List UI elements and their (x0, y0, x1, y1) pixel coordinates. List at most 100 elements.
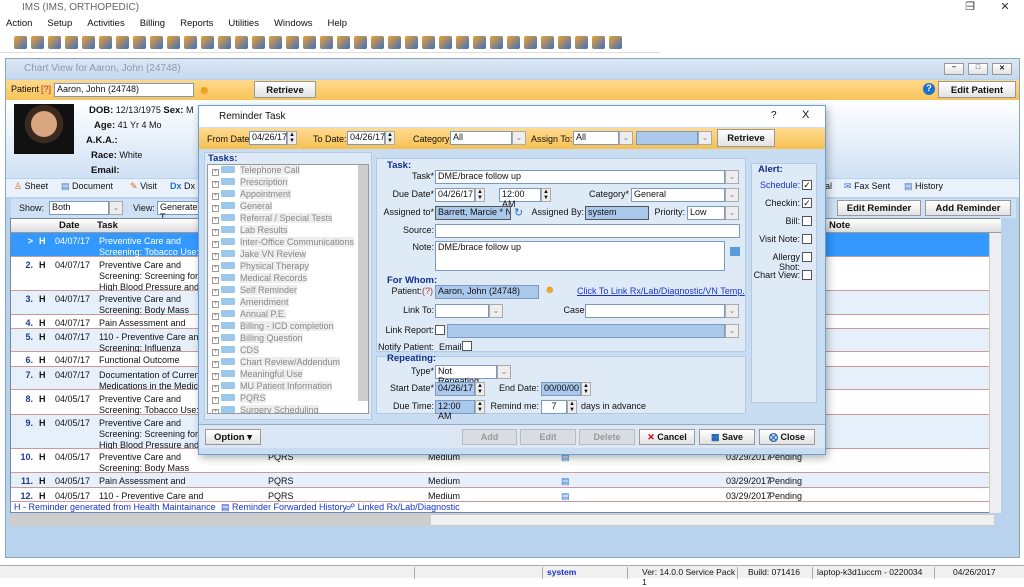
toolbar-icon[interactable] (507, 36, 520, 49)
tab-history[interactable]: ▤ History (904, 181, 943, 192)
table-row[interactable]: 11. H 04/05/17 Pain Assessment and Follow-U… (11, 473, 1001, 488)
task-tree-item[interactable]: + Amendment (208, 297, 368, 309)
task-tree-item[interactable]: + Medical Records (208, 273, 368, 285)
due-date-field[interactable]: 04/26/17 (435, 188, 475, 202)
remind-days-spinner[interactable]: ▲ ▼ (567, 400, 577, 414)
dialog-patient-field[interactable]: Aaron, John (24748) (435, 285, 539, 299)
expand-icon[interactable]: + (212, 289, 219, 296)
dialog-close-button[interactable]: X (802, 109, 809, 121)
edit-reminder-button[interactable]: Edit Reminder (837, 200, 921, 216)
retrieve-button[interactable]: Retrieve (254, 81, 316, 98)
task-tree-item[interactable]: + MU Patient Information (208, 381, 368, 393)
priority-select[interactable]: Low (687, 206, 725, 220)
task-tree-item[interactable]: + Billing - ICD completion (208, 321, 368, 333)
close-button[interactable]: ✕ (990, 0, 1020, 16)
expand-icon[interactable]: + (212, 385, 219, 392)
child-restore-button[interactable]: □ (968, 63, 988, 75)
horizontal-scrollbar[interactable] (10, 514, 995, 526)
remind-days-field[interactable]: 7 (541, 400, 567, 414)
alert-checkbox[interactable] (802, 252, 812, 262)
chevron-down-icon[interactable]: ⌄ (725, 304, 739, 318)
task-tree-item[interactable]: + CDS (208, 345, 368, 357)
menu-windows[interactable]: Windows (274, 18, 313, 29)
toolbar-icon[interactable] (558, 36, 571, 49)
expand-icon[interactable]: + (212, 397, 219, 404)
row-doc-icon[interactable]: ▤ (561, 491, 570, 502)
category-select[interactable]: General (631, 188, 725, 202)
task-tree-item[interactable]: + Self Reminder (208, 285, 368, 297)
task-tree-item[interactable]: + Surgery Scheduling (208, 405, 368, 413)
delete-button[interactable]: Delete (579, 429, 635, 445)
expand-icon[interactable]: + (212, 349, 219, 356)
menu-billing[interactable]: Billing (140, 18, 165, 29)
toolbar-icon[interactable] (184, 36, 197, 49)
dialog-close-action-button[interactable]: ⨂ Close (759, 429, 815, 445)
link-to-select[interactable] (435, 304, 489, 318)
menu-help[interactable]: Help (328, 18, 348, 29)
maximize-button[interactable]: ❐ (955, 0, 985, 16)
chevron-down-icon[interactable]: ⌄ (725, 188, 739, 202)
from-date-spinner[interactable]: ▲ ▼ (287, 131, 297, 145)
vertical-scrollbar[interactable] (989, 233, 1001, 513)
due-time-field[interactable]: 12:00 AM (499, 188, 541, 209)
tab-document[interactable]: ▤ Document (61, 181, 113, 192)
legend-linked[interactable]: ☍ Linked Rx/Lab/Diagnostic (346, 502, 460, 513)
child-close-button[interactable]: ✕ (992, 63, 1012, 75)
toolbar-icon[interactable] (14, 36, 27, 49)
toolbar-icon[interactable] (286, 36, 299, 49)
alert-checkbox[interactable]: ✓ (802, 180, 812, 190)
tasks-tree[interactable]: + Telephone Call + Prescription + Appointment… (207, 164, 369, 414)
toolbar-icon[interactable] (354, 36, 367, 49)
toolbar-icon[interactable] (422, 36, 435, 49)
expand-icon[interactable]: + (212, 409, 219, 413)
toolbar-icon[interactable] (490, 36, 503, 49)
menu-activities[interactable]: Activities (87, 18, 124, 29)
toolbar-icon[interactable] (201, 36, 214, 49)
expand-icon[interactable]: + (212, 277, 219, 284)
task-tree-item[interactable]: + Lab Results (208, 225, 368, 237)
task-tree-item[interactable]: + Jake VN Review (208, 249, 368, 261)
expand-icon[interactable]: + (212, 253, 219, 260)
tab-sheet[interactable]: ♙ Sheet (14, 181, 48, 192)
alert-checkbox[interactable] (802, 216, 812, 226)
assign-to-user-select[interactable] (636, 131, 698, 145)
toolbar-icon[interactable] (235, 36, 248, 49)
toolbar-icon[interactable] (456, 36, 469, 49)
menu-action[interactable]: Action (6, 18, 32, 29)
expand-icon[interactable]: + (212, 205, 219, 212)
row-doc-icon[interactable]: ▤ (561, 476, 570, 487)
toolbar-icon[interactable] (473, 36, 486, 49)
chevron-down-icon[interactable]: ⌄ (512, 131, 526, 145)
link-report-select[interactable] (447, 324, 725, 338)
tasks-scrollbar[interactable] (358, 165, 368, 401)
toolbar-icon[interactable] (592, 36, 605, 49)
toolbar-icon[interactable] (524, 36, 537, 49)
toolbar-icon[interactable] (439, 36, 452, 49)
task-tree-item[interactable]: + Annual P.E. (208, 309, 368, 321)
toolbar-icon[interactable] (167, 36, 180, 49)
expand-icon[interactable]: + (212, 301, 219, 308)
expand-icon[interactable]: + (212, 169, 219, 176)
dialog-retrieve-button[interactable]: Retrieve (717, 129, 775, 147)
start-date-field[interactable]: 04/26/17 (435, 382, 475, 396)
chevron-down-icon[interactable]: ⌄ (725, 324, 739, 338)
col-task[interactable]: Task (97, 220, 118, 231)
from-date-field[interactable]: 04/26/17 (249, 131, 287, 145)
toolbar-icon[interactable] (133, 36, 146, 49)
chevron-down-icon[interactable]: ⌄ (698, 131, 712, 145)
case-select[interactable] (585, 304, 725, 318)
menu-setup[interactable]: Setup (47, 18, 72, 29)
task-tree-item[interactable]: + Billing Question (208, 333, 368, 345)
link-template-link[interactable]: Click To Link Rx/Lab/Diagnostic/VN Temp. (577, 286, 745, 296)
assign-to-select[interactable]: All (573, 131, 619, 145)
toolbar-icon[interactable] (65, 36, 78, 49)
task-tree-item[interactable]: + PQRS (208, 393, 368, 405)
toolbar-icon[interactable] (320, 36, 333, 49)
toolbar-icon[interactable] (99, 36, 112, 49)
option-button[interactable]: Option ▾ (205, 429, 261, 445)
help-icon[interactable]: ? (923, 83, 935, 95)
task-tree-item[interactable]: + Prescription (208, 177, 368, 189)
toolbar-icon[interactable] (541, 36, 554, 49)
link-report-checkbox[interactable] (435, 325, 445, 335)
toolbar-icon[interactable] (337, 36, 350, 49)
